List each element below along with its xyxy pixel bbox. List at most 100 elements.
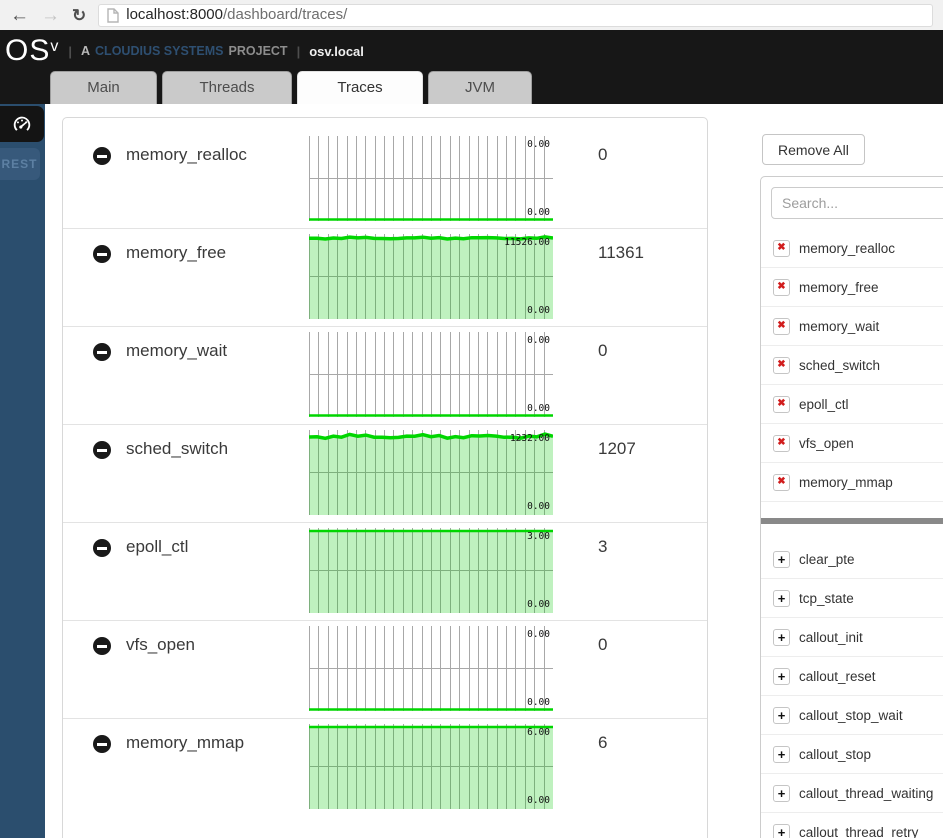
trace-item-label: callout_thread_waiting — [799, 786, 933, 801]
subtitle-prefix: A — [81, 44, 90, 58]
add-plus-icon[interactable]: + — [773, 707, 790, 724]
remove-x-icon[interactable]: ✖ — [773, 357, 790, 374]
available-trace-item[interactable]: +callout_init — [761, 618, 943, 657]
add-plus-icon[interactable]: + — [773, 785, 790, 802]
reload-icon[interactable]: ↻ — [72, 7, 86, 24]
host-name: osv.local — [309, 44, 364, 59]
plus-glyph: + — [778, 748, 786, 761]
remove-trace-icon[interactable] — [93, 343, 111, 361]
trace-sparkline-chart: 0.00 0.00 — [309, 332, 553, 417]
tab-main[interactable]: Main — [50, 71, 157, 104]
divider-pipe: | — [68, 44, 72, 59]
remove-x-icon[interactable]: ✖ — [773, 279, 790, 296]
app-header: OSv | A CLOUDIUS SYSTEMS PROJECT | osv.l… — [0, 30, 943, 104]
active-trace-item[interactable]: ✖memory_realloc — [761, 229, 943, 268]
trace-current-value: 1207 — [598, 439, 636, 459]
available-trace-item[interactable]: + tcp_state — [761, 579, 943, 618]
remove-trace-icon[interactable] — [93, 147, 111, 165]
available-trace-item[interactable]: + clear_pte — [761, 540, 943, 579]
trace-row: memory_realloc 0.000.00 0 — [63, 131, 707, 229]
trace-sparkline-chart: 11526.000.00 — [309, 234, 553, 319]
trace-current-value: 3 — [598, 537, 607, 557]
remove-trace-icon[interactable] — [93, 539, 111, 557]
available-trace-item[interactable]: + callout_reset — [761, 657, 943, 696]
remove-x-icon[interactable]: ✖ — [773, 396, 790, 413]
trace-current-value: 0 — [598, 145, 607, 165]
active-trace-item[interactable]: ✖ memory_mmap — [761, 463, 943, 502]
svg-text:1232.00: 1232.00 — [510, 433, 550, 444]
trace-current-value: 0 — [598, 635, 607, 655]
trace-sparkline-chart: 6.000.00 — [309, 724, 553, 809]
trace-name: memory_mmap — [126, 733, 244, 753]
add-plus-icon[interactable]: + — [773, 824, 790, 838]
trace-current-value: 11361 — [598, 243, 644, 263]
trace-sparkline-chart: 1232.000.00 — [309, 430, 553, 515]
trace-item-label: tcp_state — [799, 591, 854, 606]
trace-row: vfs_open0.000.000 — [63, 621, 707, 719]
logo-row: OSv | A CLOUDIUS SYSTEMS PROJECT | osv.l… — [0, 30, 943, 72]
svg-text:0.00: 0.00 — [527, 335, 550, 346]
plus-glyph: + — [778, 631, 786, 644]
remove-trace-icon[interactable] — [93, 637, 111, 655]
tab-threads[interactable]: Threads — [162, 71, 292, 104]
trace-current-value: 6 — [598, 733, 607, 753]
url-text: localhost:8000/dashboard/traces/ — [126, 6, 347, 24]
remove-x-icon[interactable]: ✖ — [773, 474, 790, 491]
available-trace-item[interactable]: +callout_stop_wait — [761, 696, 943, 735]
trace-sparkline-chart: 0.000.00 — [309, 136, 553, 221]
svg-text:6.00: 6.00 — [527, 727, 550, 738]
active-trace-item[interactable]: ✖ vfs_open — [761, 424, 943, 463]
remove-all-button[interactable]: Remove All — [762, 134, 865, 165]
svg-text:0.00: 0.00 — [527, 403, 550, 414]
add-plus-icon[interactable]: + — [773, 746, 790, 763]
trace-name: memory_free — [126, 243, 226, 263]
tab-jvm[interactable]: JVM — [428, 71, 532, 104]
plus-glyph: + — [778, 709, 786, 722]
sidebar-item-rest[interactable]: REST — [0, 148, 40, 180]
plus-glyph: + — [778, 787, 786, 800]
available-trace-item[interactable]: + callout_thread_waiting — [761, 774, 943, 813]
remove-trace-icon[interactable] — [93, 735, 111, 753]
x-glyph: ✖ — [777, 477, 785, 487]
trace-name: epoll_ctl — [126, 537, 188, 557]
svg-text:0.00: 0.00 — [527, 697, 550, 708]
x-glyph: ✖ — [777, 438, 785, 448]
svg-text:0.00: 0.00 — [527, 139, 550, 150]
trace-item-label: callout_reset — [799, 669, 876, 684]
back-icon[interactable]: ← — [10, 6, 29, 25]
search-input[interactable] — [771, 187, 943, 219]
sidebar-item-dashboard[interactable] — [0, 106, 44, 142]
add-plus-icon[interactable]: + — [773, 668, 790, 685]
tab-traces[interactable]: Traces — [297, 71, 423, 104]
available-trace-item[interactable]: + callout_stop — [761, 735, 943, 774]
trace-item-label: memory_free — [799, 280, 879, 295]
remove-x-icon[interactable]: ✖ — [773, 318, 790, 335]
add-plus-icon[interactable]: + — [773, 590, 790, 607]
trace-name: memory_realloc — [126, 145, 247, 165]
remove-trace-icon[interactable] — [93, 245, 111, 263]
svg-text:11526.00: 11526.00 — [504, 237, 550, 248]
trace-item-label: clear_pte — [799, 552, 855, 567]
active-trace-item[interactable]: ✖ memory_free — [761, 268, 943, 307]
add-plus-icon[interactable]: + — [773, 551, 790, 568]
remove-x-icon[interactable]: ✖ — [773, 240, 790, 257]
remove-x-icon[interactable]: ✖ — [773, 435, 790, 452]
trace-name: memory_wait — [126, 341, 227, 361]
list-divider — [761, 518, 943, 524]
remove-trace-icon[interactable] — [93, 441, 111, 459]
add-plus-icon[interactable]: + — [773, 629, 790, 646]
browser-chrome: ← → ↻ localhost:8000/dashboard/traces/ — [0, 0, 943, 30]
url-bar[interactable]: localhost:8000/dashboard/traces/ — [98, 4, 933, 27]
available-trace-item[interactable]: +callout_thread_retry — [761, 813, 943, 838]
svg-text:3.00: 3.00 — [527, 531, 550, 542]
svg-text:0.00: 0.00 — [527, 599, 550, 610]
active-trace-item[interactable]: ✖epoll_ctl — [761, 385, 943, 424]
active-trace-item[interactable]: ✖sched_switch — [761, 346, 943, 385]
trace-item-label: vfs_open — [799, 436, 854, 451]
trace-item-label: callout_stop — [799, 747, 871, 762]
tab-bar: MainThreadsTracesJVM — [0, 71, 532, 104]
trace-item-label: memory_mmap — [799, 475, 893, 490]
trace-name: sched_switch — [126, 439, 228, 459]
active-trace-item[interactable]: ✖memory_wait — [761, 307, 943, 346]
forward-icon[interactable]: → — [41, 6, 60, 25]
